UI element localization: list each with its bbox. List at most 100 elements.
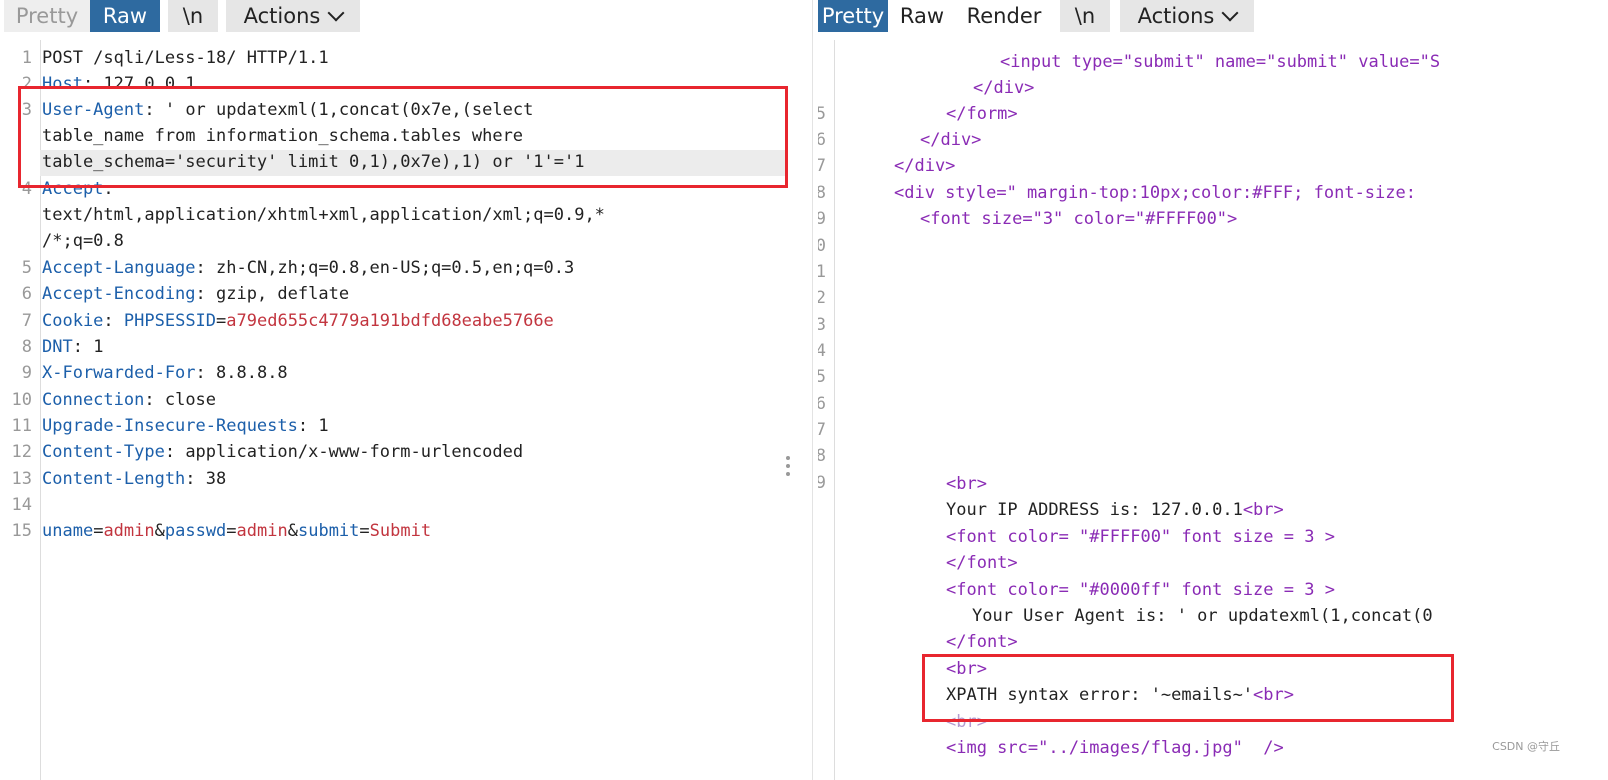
- line-number: 5: [21, 258, 32, 278]
- actions-dropdown[interactable]: Actions: [226, 0, 360, 32]
- line-number: 9: [21, 363, 32, 383]
- ip-text: Your IP ADDRESS is: 127.0.0.1: [946, 500, 1243, 520]
- line-number: 46: [818, 394, 826, 414]
- param-key: uname: [42, 521, 94, 541]
- accept-value[interactable]: text/html,application/xhtml+xml,applicat…: [42, 205, 605, 225]
- actions-dropdown[interactable]: Actions: [1120, 0, 1254, 32]
- line-number: 8: [21, 337, 32, 357]
- request-toolbar: Pretty Raw \n Actions: [0, 0, 812, 36]
- cookie-header[interactable]: Cookie: PHPSESSID=a79ed655c4779a191bdfd6…: [42, 311, 554, 331]
- line-number: 45: [818, 367, 826, 387]
- pretty-tab[interactable]: Pretty: [4, 0, 90, 32]
- header-value: zh-CN,zh;q=0.8,en-US;q=0.5,en;q=0.3: [205, 258, 575, 278]
- response-code-line[interactable]: <input type="submit" name="submit" value…: [1000, 52, 1440, 72]
- content-type-header[interactable]: Content-Type: application/x-www-form-url…: [42, 442, 523, 462]
- line-number: 36: [818, 130, 826, 150]
- param-value: admin: [236, 521, 288, 541]
- response-code-line[interactable]: <font color= "#FFFF00" font size = 3 >: [946, 527, 1335, 547]
- watermark: CSDN @守丘: [1492, 740, 1560, 753]
- response-pane: Pretty Raw Render \n Actions 35 36 37 38…: [818, 0, 1608, 780]
- html-tag: <br>: [1242, 500, 1284, 520]
- accept-encoding-header[interactable]: Accept-Encoding: gzip, deflate: [42, 284, 349, 304]
- response-toolbar: Pretty Raw Render \n Actions: [818, 0, 1608, 36]
- header-value: 1: [308, 416, 329, 436]
- header-value: 1: [82, 337, 104, 357]
- header-name: Content-Length: [42, 469, 186, 489]
- line-number: 14: [11, 495, 32, 515]
- raw-tab[interactable]: Raw: [890, 0, 954, 32]
- raw-tab[interactable]: Raw: [90, 0, 160, 32]
- html-tag: <input type="submit" name="submit" value…: [1000, 52, 1441, 72]
- response-code-line[interactable]: <br>: [946, 474, 987, 494]
- header-name: Accept-Language: [42, 258, 196, 278]
- header-name: Content-Type: [42, 442, 165, 462]
- response-code-line[interactable]: </form>: [946, 104, 1018, 124]
- response-code-line[interactable]: Your IP ADDRESS is: 127.0.0.1<br>: [946, 500, 1284, 520]
- request-body[interactable]: uname=admin&passwd=admin&submit=Submit: [42, 521, 431, 541]
- response-code-line[interactable]: </div>: [973, 78, 1034, 98]
- pane-splitter-handle[interactable]: [786, 452, 792, 480]
- upgrade-insecure-requests-header[interactable]: Upgrade-Insecure-Requests: 1: [42, 416, 329, 436]
- chevron-down-icon: [1221, 4, 1239, 22]
- response-code-line[interactable]: <font size="3" color="#FFFF00">: [920, 209, 1237, 229]
- pretty-tab[interactable]: Pretty: [818, 0, 888, 32]
- header-value: application/x-www-form-urlencoded: [175, 442, 524, 462]
- param-key: submit: [297, 521, 360, 541]
- content-length-header[interactable]: Content-Length: 38: [42, 469, 226, 489]
- response-code-line[interactable]: </font>: [946, 553, 1018, 573]
- x-forwarded-for-header[interactable]: X-Forwarded-For: 8.8.8.8: [42, 363, 288, 383]
- response-code-line[interactable]: </div>: [894, 156, 955, 176]
- line-number: 35: [818, 104, 826, 124]
- line-number: 15: [11, 521, 32, 541]
- newline-toggle[interactable]: \n: [168, 0, 218, 32]
- response-code-line[interactable]: <div style=" margin-top:10px;color:#FFF;…: [894, 183, 1416, 203]
- param-value: admin: [103, 521, 155, 541]
- response-code-line[interactable]: <font color= "#0000ff" font size = 3 >: [946, 580, 1335, 600]
- header-value: 8.8.8.8: [205, 363, 288, 383]
- line-number: 11: [11, 416, 32, 436]
- param-value: Submit: [369, 521, 432, 541]
- response-code-line[interactable]: </div>: [920, 130, 981, 150]
- render-tab[interactable]: Render: [958, 0, 1050, 32]
- line-number: 41: [818, 262, 826, 282]
- chevron-down-icon: [327, 4, 345, 22]
- header-name: Connection: [42, 390, 145, 410]
- line-number: 10: [11, 390, 32, 410]
- dnt-header[interactable]: DNT: 1: [42, 337, 103, 357]
- actions-label: Actions: [1137, 4, 1215, 28]
- accept-language-header[interactable]: Accept-Language: zh-CN,zh;q=0.8,en-US;q=…: [42, 258, 574, 278]
- connection-header[interactable]: Connection: close: [42, 390, 216, 410]
- header-name: X-Forwarded-For: [42, 363, 196, 383]
- line-number: 42: [818, 288, 826, 308]
- xpath-error-highlight-box: [922, 654, 1454, 722]
- header-name: Accept-Encoding: [42, 284, 196, 304]
- cookie-value: a79ed655c4779a191bdfd68eabe5766e: [226, 311, 554, 331]
- header-name: Upgrade-Insecure-Requests: [42, 416, 298, 436]
- line-number: 7: [21, 311, 32, 331]
- line-number: 43: [818, 315, 826, 335]
- header-name: Cookie: [42, 311, 104, 331]
- header-value: close: [154, 390, 217, 410]
- actions-label: Actions: [243, 4, 321, 28]
- request-line[interactable]: POST /sqli/Less-18/ HTTP/1.1: [42, 48, 329, 68]
- header-value: 38: [195, 469, 227, 489]
- param-key: passwd: [164, 521, 227, 541]
- cookie-key: PHPSESSID: [123, 311, 217, 331]
- newline-toggle[interactable]: \n: [1060, 0, 1110, 32]
- line-number: 38: [818, 183, 826, 203]
- response-code-line[interactable]: </font>: [946, 632, 1018, 652]
- response-code-line[interactable]: Your User Agent is: ' or updatexml(1,con…: [972, 606, 1433, 626]
- accept-value[interactable]: /*;q=0.8: [42, 231, 124, 251]
- line-number: 6: [21, 284, 32, 304]
- user-agent-highlight-box: [18, 86, 788, 188]
- line-number: 47: [818, 420, 826, 440]
- line-number: 37: [818, 156, 826, 176]
- response-code-line[interactable]: <img src="../images/flag.jpg" />: [946, 738, 1284, 758]
- line-number: 13: [11, 469, 32, 489]
- header-value: gzip, deflate: [205, 284, 350, 304]
- line-number: 48: [818, 446, 826, 466]
- line-number: 39: [818, 209, 826, 229]
- line-number: 1: [21, 48, 32, 68]
- splitter-dot: [786, 464, 790, 468]
- header-name: DNT: [42, 337, 73, 357]
